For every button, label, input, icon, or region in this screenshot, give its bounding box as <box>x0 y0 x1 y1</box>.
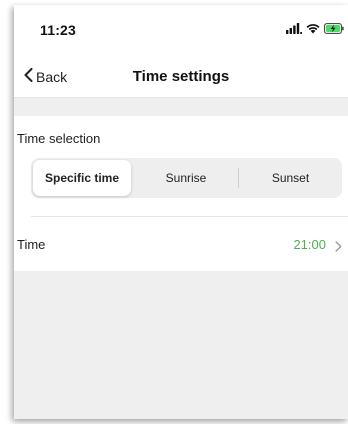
status-bar: 11:23 <box>14 5 348 55</box>
screenshot-frame: 11:23 Back Time settings Time selection … <box>0 0 348 424</box>
segment-sunrise[interactable]: Sunrise <box>135 158 237 198</box>
battery-charging-icon <box>324 21 344 39</box>
segment-sunset[interactable]: Sunset <box>239 158 342 198</box>
status-icons <box>286 21 344 39</box>
navigation-bar: Back Time settings <box>14 55 348 98</box>
cellular-signal-icon <box>286 21 302 39</box>
time-value: 21:00 <box>293 237 326 252</box>
segment-specific-time[interactable]: Specific time <box>33 160 131 196</box>
wifi-icon <box>306 21 320 39</box>
time-selection-segmented-control: Specific time Sunrise Sunset <box>31 158 342 198</box>
time-label: Time <box>17 237 46 252</box>
empty-background-area <box>14 271 348 419</box>
section-spacer <box>14 98 348 116</box>
time-settings-card: Time selection Specific time Sunrise Sun… <box>14 116 348 271</box>
phone-screen: 11:23 Back Time settings Time selection … <box>14 5 348 419</box>
page-title: Time settings <box>132 68 230 85</box>
time-row[interactable]: Time 21:00 <box>14 217 348 271</box>
chevron-right-icon <box>335 239 342 257</box>
time-selection-label: Time selection <box>17 131 101 146</box>
status-time: 11:23 <box>40 22 77 38</box>
